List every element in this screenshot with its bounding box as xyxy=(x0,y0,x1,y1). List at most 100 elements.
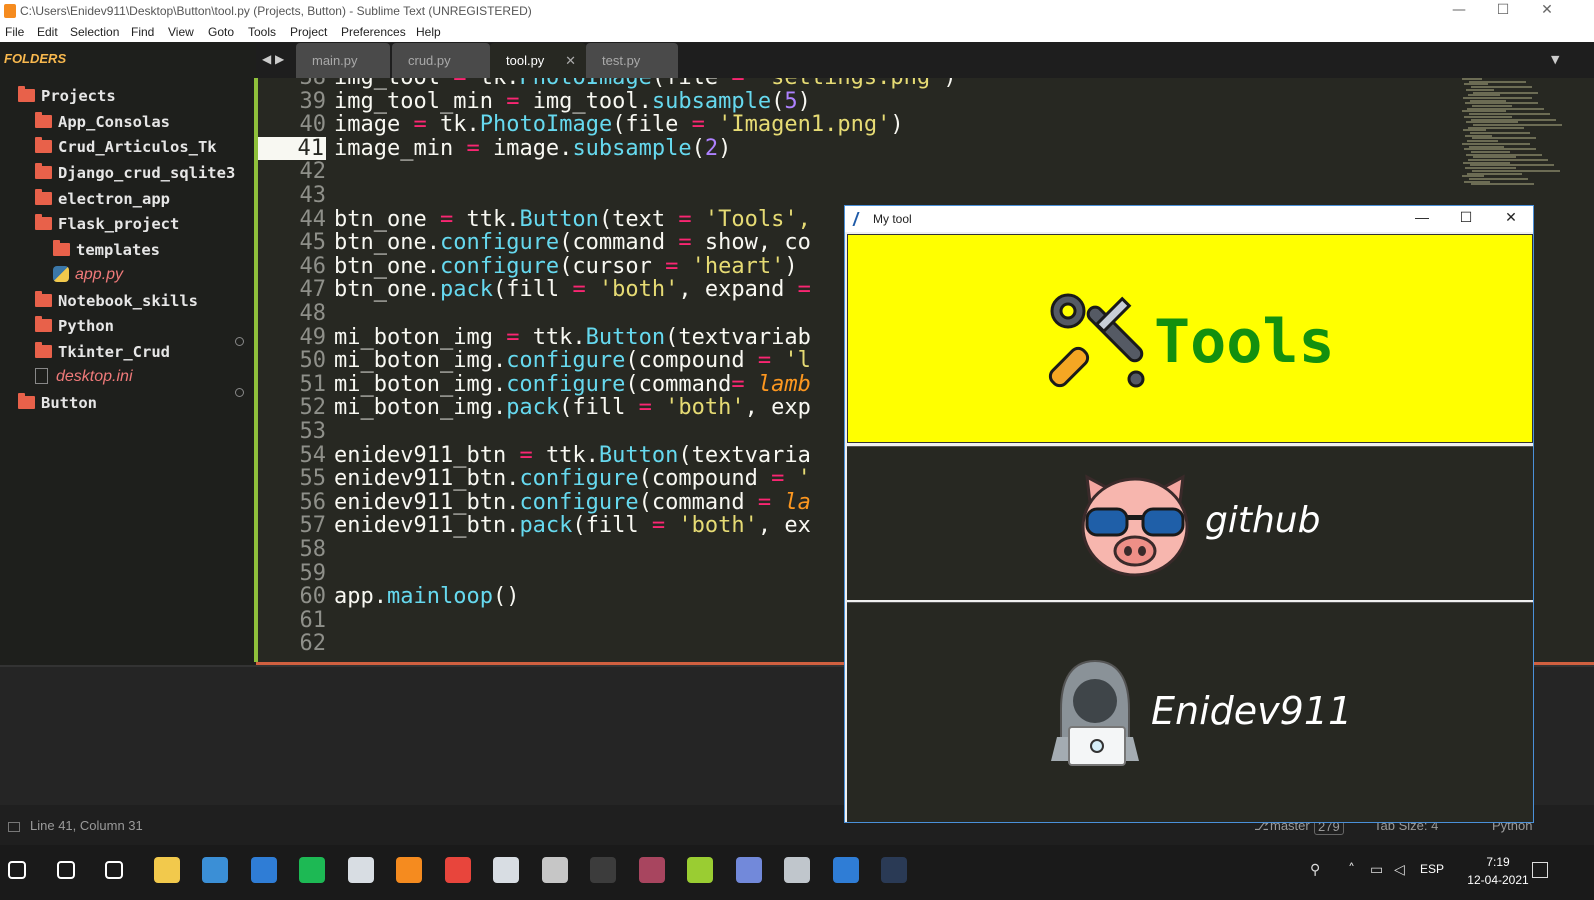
sidebar-item[interactable]: templates xyxy=(53,239,160,261)
people-icon[interactable]: ⚲ xyxy=(1310,862,1320,878)
code-line: 39 img_tool_min = img_tool.subsample(5) xyxy=(256,89,811,114)
menu-preferences[interactable]: Preferences xyxy=(341,25,406,39)
sidebar-item[interactable]: Projects xyxy=(18,85,116,107)
sidebar-item[interactable]: desktop.ini xyxy=(35,366,133,388)
code-token: = xyxy=(651,513,679,539)
menu-file[interactable]: File xyxy=(5,25,24,39)
code-token: show, co xyxy=(704,230,811,256)
tk-titlebar: My tool — ☐ ✕ xyxy=(845,206,1533,232)
tk-minimize-button[interactable]: — xyxy=(1407,209,1437,225)
clock[interactable]: 7:19 12-04-2021 xyxy=(1458,853,1538,889)
code-token: mainloop xyxy=(386,584,493,610)
maximize-button[interactable]: ☐ xyxy=(1481,0,1525,22)
language-indicator[interactable]: ESP xyxy=(1420,862,1444,876)
tools-button[interactable]: Tools xyxy=(847,234,1533,443)
sidebar-item[interactable]: App_Consolas xyxy=(35,111,170,133)
sublime-text-icon[interactable] xyxy=(396,857,422,883)
code-line: 50 mi_boton_img.configure(compound = 'l xyxy=(256,349,811,373)
minimap[interactable] xyxy=(1462,78,1562,188)
sidebar-item[interactable]: Tkinter_Crud xyxy=(35,341,170,363)
close-icon[interactable]: ✕ xyxy=(565,43,576,79)
minimap-line xyxy=(1464,180,1490,183)
code-token: = xyxy=(665,253,692,279)
terminal-icon[interactable] xyxy=(590,857,616,883)
code-token: = xyxy=(506,324,533,350)
steam-icon[interactable] xyxy=(347,857,374,883)
sidebar-item[interactable]: Crud_Articulos_Tk xyxy=(35,136,217,158)
tab-nav-arrows-icon[interactable]: ◀ ▶ xyxy=(262,52,284,66)
folder-icon xyxy=(35,291,52,307)
search-icon[interactable] xyxy=(56,861,75,879)
menu-project[interactable]: Project xyxy=(290,25,327,39)
steam-icon-2[interactable] xyxy=(493,857,519,883)
mail-icon[interactable] xyxy=(250,857,277,883)
corn-icon[interactable] xyxy=(687,857,713,883)
close-button[interactable]: ✕ xyxy=(1525,0,1569,22)
sidebar-item[interactable]: Python xyxy=(35,315,114,337)
code-token: () xyxy=(492,584,520,610)
python-file-icon xyxy=(53,266,69,282)
code-token: = xyxy=(678,230,705,256)
minimap-line xyxy=(1472,169,1560,172)
tab-overflow-icon[interactable]: ▼ xyxy=(1551,53,1559,66)
sidebar-item[interactable]: Django_crud_sqlite3 xyxy=(35,162,235,184)
folder-icon xyxy=(35,316,52,332)
minimap-line xyxy=(1467,140,1498,143)
minimap-line xyxy=(1464,148,1536,151)
minimap-line xyxy=(1463,129,1486,132)
chevron-up-icon[interactable]: ˄ xyxy=(1348,862,1355,878)
discord-icon[interactable] xyxy=(735,857,762,883)
sidebar-item[interactable]: Notebook_skills xyxy=(35,290,198,312)
tk-feather-icon[interactable] xyxy=(881,857,907,883)
chrome-icon[interactable] xyxy=(444,857,471,883)
camera-icon[interactable] xyxy=(784,857,810,883)
panel-toggle-icon[interactable] xyxy=(8,822,20,832)
minimap-line xyxy=(1464,115,1512,118)
menu-edit[interactable]: Edit xyxy=(37,25,58,39)
menu-tools[interactable]: Tools xyxy=(248,25,276,39)
code-token: (text xyxy=(598,206,679,232)
tab-crud-py[interactable]: crud.py xyxy=(392,43,490,78)
github-button[interactable]: github xyxy=(847,446,1533,600)
sidebar-item[interactable]: Button xyxy=(18,392,97,414)
code-token: 2 xyxy=(704,135,719,161)
menu-goto[interactable]: Goto xyxy=(208,25,234,39)
code-token: image. xyxy=(492,135,573,161)
sidebar-item[interactable]: app.py xyxy=(53,264,123,286)
menu-find[interactable]: Find xyxy=(131,25,154,39)
photos-icon[interactable] xyxy=(832,857,859,883)
spotify-icon[interactable] xyxy=(299,857,325,883)
store-icon[interactable] xyxy=(202,857,228,883)
tab-tool-py[interactable]: tool.py ✕ xyxy=(490,43,586,78)
menu-help[interactable]: Help xyxy=(416,25,441,39)
winrar-icon[interactable] xyxy=(638,857,665,883)
line-number: 44 xyxy=(299,206,327,232)
sidebar-item[interactable]: Flask_project xyxy=(35,213,179,235)
minimap-line xyxy=(1473,91,1538,94)
code-line: 42 xyxy=(256,160,334,184)
folder-icon xyxy=(35,342,52,358)
code-token: Button xyxy=(598,442,679,468)
task-view-icon[interactable] xyxy=(105,861,123,879)
tab-main-py[interactable]: main.py xyxy=(296,43,390,78)
windows-start-icon[interactable] xyxy=(8,861,26,879)
tk-maximize-button[interactable]: ☐ xyxy=(1451,209,1481,226)
minimap-line xyxy=(1465,134,1492,137)
menu-selection[interactable]: Selection xyxy=(70,25,119,39)
sidebar-item[interactable]: electron_app xyxy=(35,188,170,210)
file-explorer-icon[interactable] xyxy=(153,857,180,883)
notifications-icon[interactable] xyxy=(1532,862,1548,878)
code-token: = xyxy=(519,442,546,468)
tab-test-py[interactable]: test.py xyxy=(586,43,678,78)
network-icon[interactable]: ▭ xyxy=(1370,862,1383,878)
database-icon[interactable] xyxy=(541,857,568,883)
minimize-button[interactable]: — xyxy=(1437,0,1481,22)
code-token: PhotoImage xyxy=(479,112,613,138)
minimap-line xyxy=(1462,78,1482,80)
menu-view[interactable]: View xyxy=(168,25,194,39)
enidev-button[interactable]: Enidev911 xyxy=(847,602,1533,822)
volume-icon[interactable]: ◁ xyxy=(1394,862,1405,878)
code-token: = xyxy=(678,206,705,232)
code-token: lamb xyxy=(757,371,811,397)
tk-close-button[interactable]: ✕ xyxy=(1496,209,1526,226)
